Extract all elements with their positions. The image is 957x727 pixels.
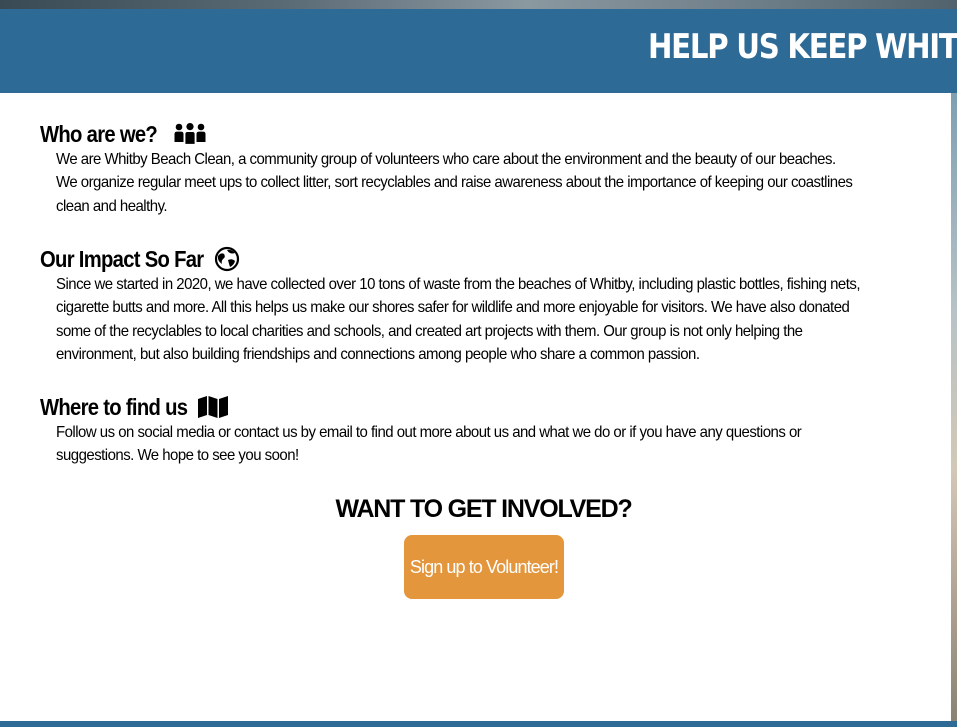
- section-heading-text: Where to find us: [40, 394, 188, 420]
- page-header: HELP US KEEP WHITBY: [0, 9, 957, 93]
- section-body: We are Whitby Beach Clean, a community g…: [56, 151, 853, 215]
- people-group-icon: [173, 123, 207, 145]
- page-footer: [0, 721, 957, 727]
- section-who-are-we: Who are we? We are Whitby Beach Clean, a…: [40, 120, 910, 218]
- cta-heading: WANT TO GET INVOLVED?: [335, 495, 632, 523]
- section-heading-text: Our Impact So Far: [40, 246, 204, 272]
- section-heading-text: Who are we?: [40, 121, 158, 147]
- background-photo-side: [951, 93, 957, 721]
- page-title: HELP US KEEP WHITBY: [648, 27, 957, 67]
- earth-globe-icon: [214, 246, 240, 272]
- section-body: Since we started in 2020, we have collec…: [56, 276, 860, 363]
- section-heading: Where to find us: [40, 393, 910, 421]
- section-our-impact: Our Impact So Far Since we started in 20…: [40, 245, 910, 366]
- volunteer-signup-button[interactable]: Sign up to Volunteer!: [404, 535, 564, 599]
- section-where-to-find-us: Where to find us Follow us on social med…: [40, 393, 910, 468]
- folded-map-icon: [197, 395, 229, 419]
- section-heading: Who are we?: [40, 120, 910, 148]
- background-photo-top: [0, 0, 957, 9]
- section-body: Follow us on social media or contact us …: [56, 424, 802, 465]
- section-heading: Our Impact So Far: [40, 245, 910, 273]
- main-content: Who are we? We are Whitby Beach Clean, a…: [0, 93, 951, 721]
